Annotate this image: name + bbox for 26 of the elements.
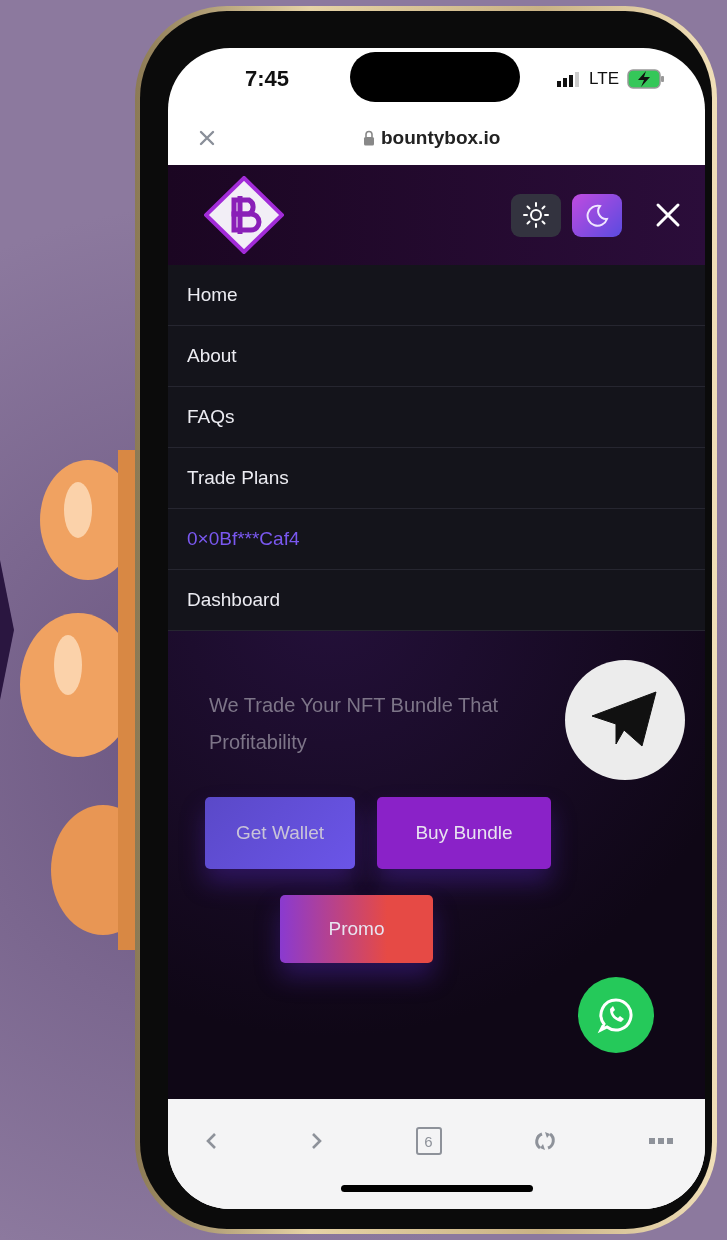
get-wallet-button[interactable]: Get Wallet	[205, 797, 355, 869]
reload-icon[interactable]	[533, 1129, 558, 1153]
more-icon[interactable]	[649, 1137, 673, 1145]
wallet-address-link[interactable]: 0×0Bf***Caf4	[168, 509, 705, 570]
promo-button[interactable]: Promo	[280, 895, 433, 963]
logo-icon[interactable]	[204, 176, 284, 254]
phone-icon	[597, 996, 635, 1034]
moon-icon	[585, 203, 609, 227]
menu-item[interactable]: FAQs	[168, 387, 705, 448]
forward-icon[interactable]	[309, 1131, 324, 1151]
signal-icon	[557, 71, 582, 87]
back-icon[interactable]	[204, 1131, 218, 1151]
menu-item[interactable]: Trade Plans	[168, 448, 705, 509]
buy-bundle-button[interactable]: Buy Bundle	[377, 797, 551, 869]
clock-time: 7:45	[245, 66, 290, 92]
hero-subtitle: We Trade Your NFT Bundle That	[209, 693, 499, 718]
menu-item[interactable]: About	[168, 326, 705, 387]
url-text[interactable]: bountybox.io	[381, 127, 501, 149]
network-label: LTE	[589, 69, 619, 89]
menu-item[interactable]: Home	[168, 265, 705, 326]
sun-icon	[523, 202, 549, 228]
close-icon[interactable]	[655, 202, 681, 228]
hero-subtitle: Profitability	[209, 730, 307, 755]
menu-item[interactable]: Dashboard	[168, 570, 705, 631]
theme-button[interactable]	[511, 193, 561, 237]
theme-button[interactable]	[572, 193, 622, 237]
